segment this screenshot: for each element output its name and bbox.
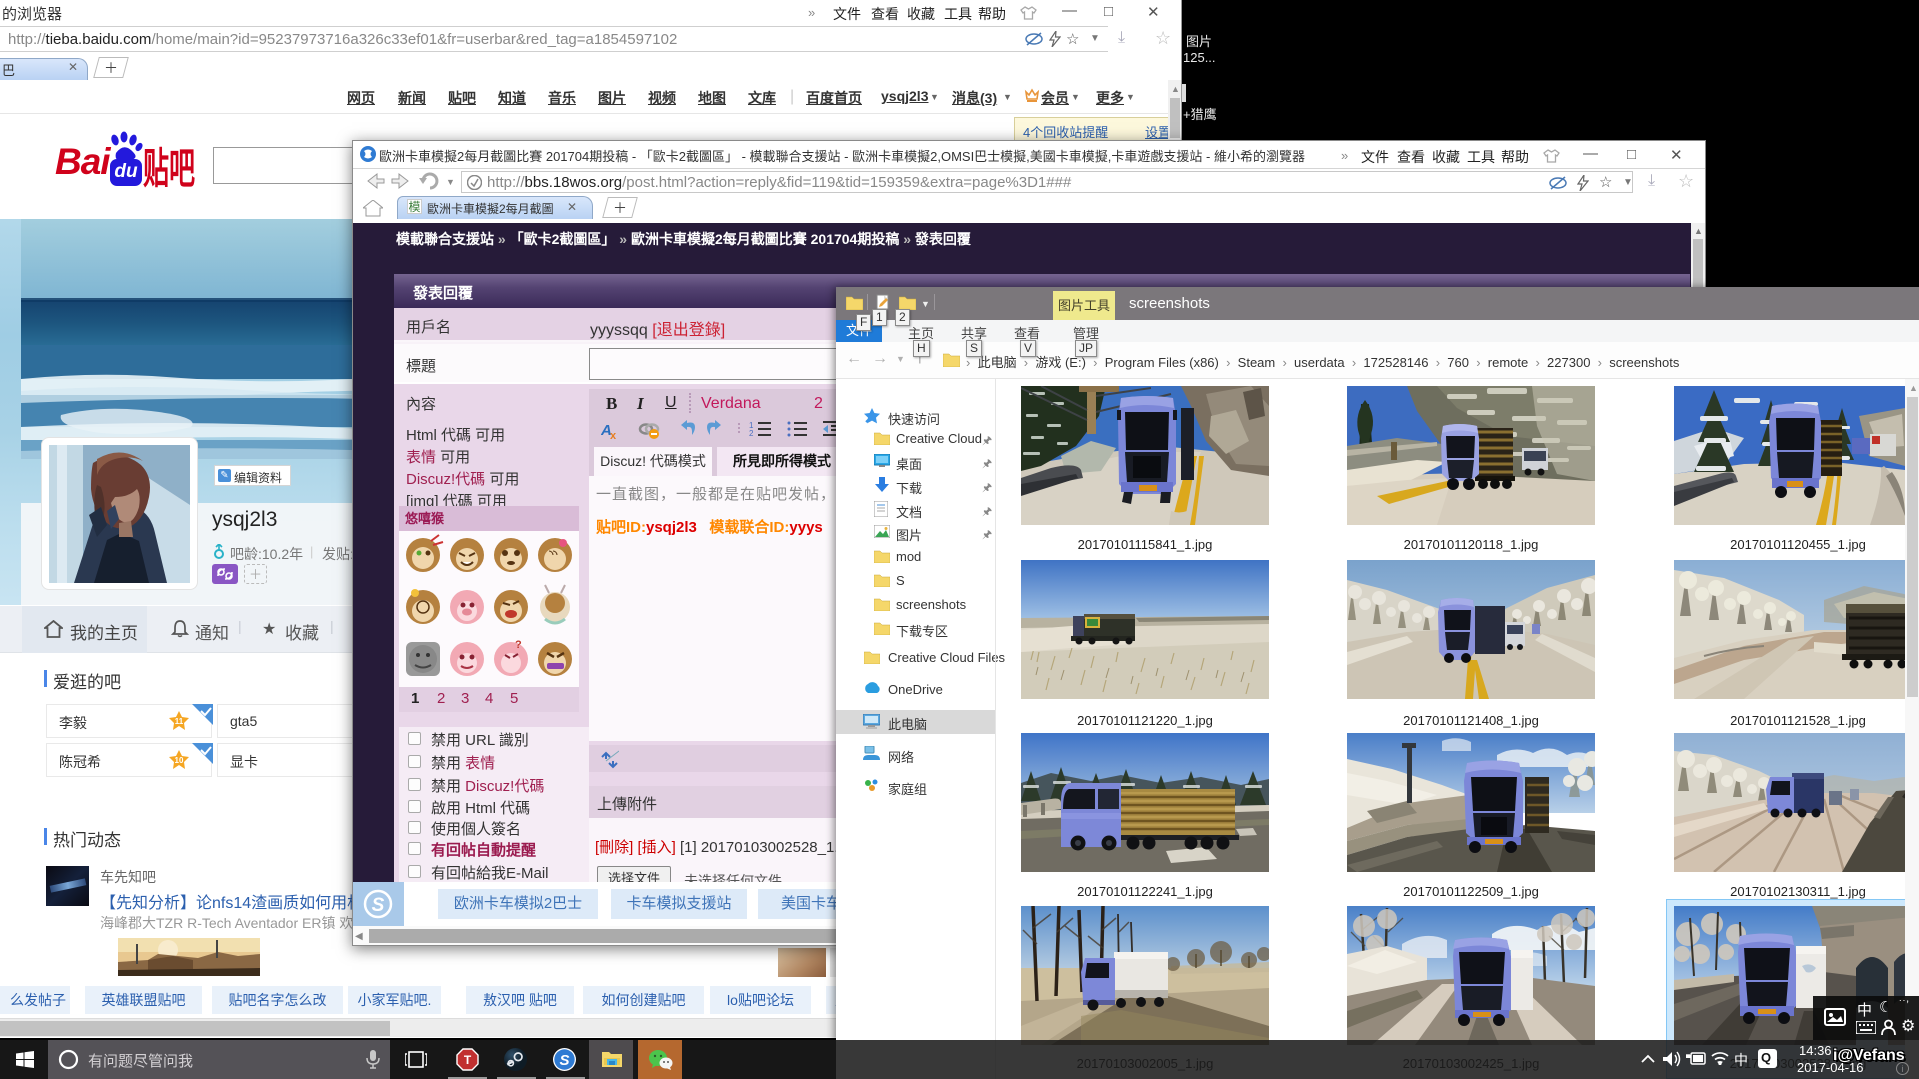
svg-text:S: S: [559, 1052, 569, 1069]
svg-text:?: ?: [515, 639, 522, 651]
svg-text:2: 2: [749, 429, 754, 438]
svg-text:10: 10: [175, 756, 184, 765]
svg-text:x: x: [610, 430, 617, 441]
svg-text:T: T: [464, 1053, 472, 1067]
svg-text:11: 11: [175, 717, 184, 726]
svg-text:S: S: [372, 895, 385, 916]
